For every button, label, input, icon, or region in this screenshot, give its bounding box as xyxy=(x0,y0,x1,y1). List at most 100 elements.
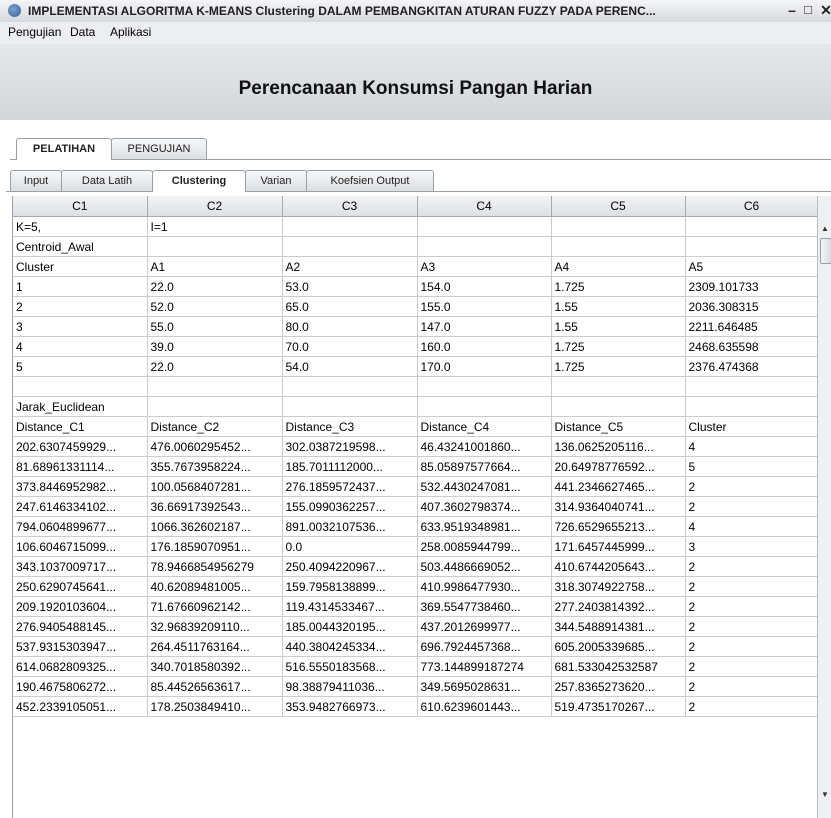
table-cell[interactable]: 1.725 xyxy=(551,356,686,377)
table-cell[interactable]: 65.0 xyxy=(282,296,418,317)
table-cell[interactable]: 318.3074922758... xyxy=(551,576,686,597)
table-cell[interactable]: 407.3602798374... xyxy=(417,496,552,517)
column-header-c3[interactable]: C3 xyxy=(282,196,418,217)
table-cell[interactable]: 605.2005339685... xyxy=(551,636,686,657)
table-cell[interactable]: 155.0 xyxy=(417,296,552,317)
table-cell[interactable]: 119.4314533467... xyxy=(282,596,418,617)
table-cell[interactable]: 170.0 xyxy=(417,356,552,377)
table-cell[interactable]: Distance_C5 xyxy=(551,416,686,437)
table-cell[interactable]: 155.0990362257... xyxy=(282,496,418,517)
table-cell[interactable]: 773.144899187274 xyxy=(417,656,552,677)
table-cell[interactable]: 258.0085944799... xyxy=(417,536,552,557)
table-cell[interactable]: 614.0682809325... xyxy=(13,656,148,677)
table-cell[interactable]: 185.0044320195... xyxy=(282,616,418,637)
table-row[interactable]: 4 39.0 70.0 160.0 1.725 2468.635598 xyxy=(13,336,818,357)
table-cell[interactable]: A4 xyxy=(551,256,686,277)
table-cell[interactable] xyxy=(417,396,552,417)
table-cell[interactable]: 1.725 xyxy=(551,276,686,297)
table-cell[interactable]: 100.0568407281... xyxy=(147,476,283,497)
table-cell[interactable]: 2 xyxy=(685,656,818,677)
table-cell[interactable]: Cluster xyxy=(13,256,148,277)
table-cell[interactable]: 247.6146334102... xyxy=(13,496,148,517)
tab-pelatihan[interactable]: PELATIHAN xyxy=(16,138,112,160)
table-cell[interactable] xyxy=(551,216,686,237)
table-cell[interactable]: 410.9986477930... xyxy=(417,576,552,597)
table-cell[interactable]: 1.55 xyxy=(551,316,686,337)
column-header-c5[interactable]: C5 xyxy=(551,196,686,217)
table-cell[interactable]: 4 xyxy=(13,336,148,357)
table-cell[interactable]: 276.1859572437... xyxy=(282,476,418,497)
table-cell[interactable]: I=1 xyxy=(147,216,283,237)
table-cell[interactable]: 147.0 xyxy=(417,316,552,337)
table-cell[interactable]: 22.0 xyxy=(147,276,283,297)
minimize-icon[interactable]: – xyxy=(784,1,800,19)
table-cell[interactable]: Distance_C1 xyxy=(13,416,148,437)
table-cell[interactable] xyxy=(551,376,686,397)
table-cell[interactable]: 264.4511763164... xyxy=(147,636,283,657)
column-header-c1[interactable]: C1 xyxy=(13,196,148,217)
table-cell[interactable]: Cluster xyxy=(685,416,818,437)
table-cell[interactable]: 176.1859070951... xyxy=(147,536,283,557)
table-row[interactable]: 614.0682809325... 340.7018580392... 516.55… xyxy=(13,656,818,677)
table-cell[interactable]: 2 xyxy=(685,476,818,497)
table-row[interactable]: 106.6046715099... 176.1859070951... 0.0 258… xyxy=(13,536,818,557)
table-cell[interactable]: 610.6239601443... xyxy=(417,696,552,717)
column-header-c6[interactable]: C6 xyxy=(685,196,818,217)
table-cell[interactable]: 343.1037009717... xyxy=(13,556,148,577)
table-cell[interactable]: 106.6046715099... xyxy=(13,536,148,557)
table-row[interactable]: 202.6307459929... 476.0060295452... 302.03… xyxy=(13,436,818,457)
table-row[interactable]: 250.6290745641... 40.62089481005... 159.79… xyxy=(13,576,818,597)
scroll-down-icon[interactable]: ▼ xyxy=(818,788,831,802)
table-cell[interactable]: 516.5550183568... xyxy=(282,656,418,677)
table-row[interactable]: 452.2339105051... 178.2503849410... 353.94… xyxy=(13,696,818,717)
table-cell[interactable]: 314.9364040741... xyxy=(551,496,686,517)
table-cell[interactable]: 277.2403814392... xyxy=(551,596,686,617)
table-row[interactable]: 3 55.0 80.0 147.0 1.55 2211.646485 xyxy=(13,316,818,337)
table-cell[interactable]: 5 xyxy=(13,356,148,377)
table-cell[interactable] xyxy=(282,396,418,417)
table-cell[interactable]: 160.0 xyxy=(417,336,552,357)
table-cell[interactable]: 276.9405488145... xyxy=(13,616,148,637)
table-cell[interactable]: 369.5547738460... xyxy=(417,596,552,617)
table-row[interactable]: 5 22.0 54.0 170.0 1.725 2376.474368 xyxy=(13,356,818,377)
table-cell[interactable] xyxy=(147,376,283,397)
table-cell[interactable]: 4 xyxy=(685,436,818,457)
table-cell[interactable]: 532.4430247081... xyxy=(417,476,552,497)
table-cell[interactable]: 2 xyxy=(685,576,818,597)
table-cell[interactable]: 302.0387219598... xyxy=(282,436,418,457)
table-cell[interactable]: 39.0 xyxy=(147,336,283,357)
table-cell[interactable]: 3 xyxy=(685,536,818,557)
table-row[interactable]: 537.9315303947... 264.4511763164... 440.38… xyxy=(13,636,818,657)
table-cell[interactable]: K=5, xyxy=(13,216,148,237)
table-cell[interactable]: 22.0 xyxy=(147,356,283,377)
table-cell[interactable]: A2 xyxy=(282,256,418,277)
table-cell[interactable]: 353.9482766973... xyxy=(282,696,418,717)
table-cell[interactable]: 452.2339105051... xyxy=(13,696,148,717)
table-cell[interactable]: 20.64978776592... xyxy=(551,456,686,477)
table-cell[interactable]: 441.2346627465... xyxy=(551,476,686,497)
table-row[interactable]: 794.0604899677... 1066.362602187... 891.00… xyxy=(13,516,818,537)
table-cell[interactable]: 202.6307459929... xyxy=(13,436,148,457)
table-cell[interactable] xyxy=(147,236,283,257)
table-row[interactable]: 190.4675806272... 85.44526563617... 98.388… xyxy=(13,676,818,697)
table-cell[interactable]: 2 xyxy=(685,496,818,517)
table-cell[interactable]: 681.533042532587 xyxy=(551,656,686,677)
table-row[interactable]: 276.9405488145... 32.96839209110... 185.00… xyxy=(13,616,818,637)
tab-pengujian[interactable]: PENGUJIAN xyxy=(111,138,207,159)
table-row[interactable]: Distance_C1 Distance_C2 Distance_C3 Distanc… xyxy=(13,416,818,437)
table-cell[interactable]: 891.0032107536... xyxy=(282,516,418,537)
table-cell[interactable]: 344.5488914381... xyxy=(551,616,686,637)
table-row[interactable]: 343.1037009717... 78.9466854956279 250.409… xyxy=(13,556,818,577)
table-cell[interactable]: 794.0604899677... xyxy=(13,516,148,537)
table-cell[interactable]: 40.62089481005... xyxy=(147,576,283,597)
table-cell[interactable]: A3 xyxy=(417,256,552,277)
tab-data-latih[interactable]: Data Latih xyxy=(61,170,153,191)
table-cell[interactable]: 519.4735170267... xyxy=(551,696,686,717)
table-cell[interactable]: 54.0 xyxy=(282,356,418,377)
table-cell[interactable]: 250.6290745641... xyxy=(13,576,148,597)
table-row[interactable]: Centroid_Awal xyxy=(13,236,818,257)
table-cell[interactable]: Distance_C2 xyxy=(147,416,283,437)
table-row[interactable]: Cluster A1 A2 A3 A4 A5 xyxy=(13,256,818,277)
table-cell[interactable]: A1 xyxy=(147,256,283,277)
table-cell[interactable]: 503.4486669052... xyxy=(417,556,552,577)
